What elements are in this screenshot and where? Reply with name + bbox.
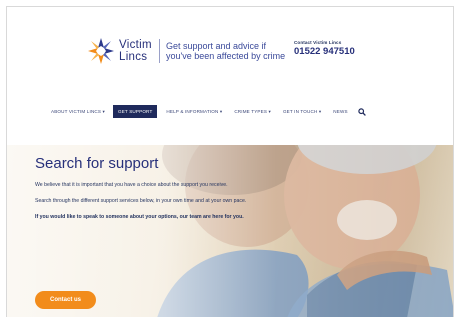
brand-name: Victim Lincs <box>119 39 157 63</box>
hero-paragraph-choice: We believe that it is important that you… <box>35 182 228 188</box>
brand-divider <box>159 39 160 63</box>
search-icon[interactable] <box>357 107 366 116</box>
nav-item-help-information[interactable]: HELP & INFORMATION ▾ <box>166 109 222 115</box>
main-nav: ABOUT VICTIM LINCS ▾ GET SUPPORT HELP & … <box>51 105 366 118</box>
hero-content: Search for support We believe that it is… <box>35 155 255 223</box>
nav-item-get-in-touch[interactable]: GET IN TOUCH ▾ <box>283 109 321 115</box>
nav-item-about[interactable]: ABOUT VICTIM LINCS ▾ <box>51 109 105 115</box>
contact-us-button[interactable]: Contact us <box>35 291 96 309</box>
brand-tagline: Get support and advice if you've been af… <box>166 40 286 62</box>
contact-phone-link[interactable]: 01522 947510 <box>294 46 355 57</box>
hero-title: Search for support <box>35 155 159 172</box>
hero-paragraph-search: Search through the different support ser… <box>35 198 247 204</box>
hero-paragraph-team: If you would like to speak to someone ab… <box>35 214 244 220</box>
header-contact: Contact Victim Lincs 01522 947510 <box>294 40 355 57</box>
brand-name-line1: Victim <box>119 39 152 51</box>
contact-label: Contact Victim Lincs <box>294 40 342 45</box>
nav-item-get-support[interactable]: GET SUPPORT <box>112 105 158 118</box>
site-logo[interactable]: Victim Lincs Get support and advice if y… <box>87 37 294 65</box>
logo-icon <box>88 38 114 64</box>
nav-item-news[interactable]: NEWS <box>333 109 347 114</box>
browser-page: Victim Lincs Get support and advice if y… <box>6 6 454 317</box>
hero-banner: Search for support We believe that it is… <box>7 145 453 317</box>
brand-name-line2: Lincs <box>119 51 148 63</box>
nav-item-crime-types[interactable]: CRIME TYPES ▾ <box>234 109 271 115</box>
